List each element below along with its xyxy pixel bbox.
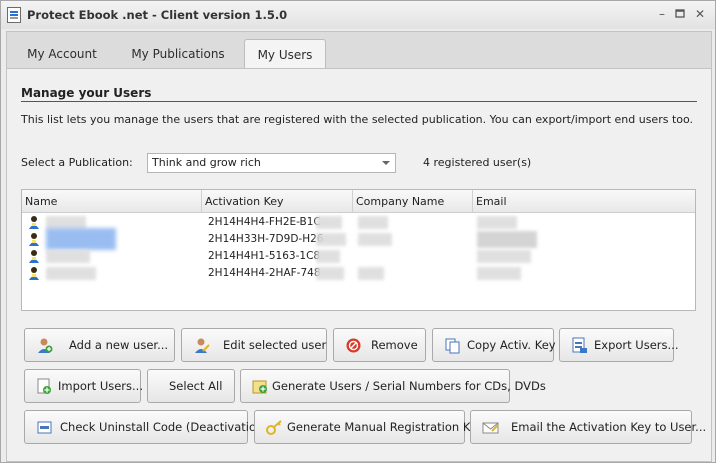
generate-serials-button[interactable]: Generate Users / Serial Numbers for CDs,… xyxy=(240,369,546,403)
user-icon xyxy=(29,250,39,263)
generate-serials-label: Generate Users / Serial Numbers for CDs,… xyxy=(272,379,546,393)
section-title: Manage your Users xyxy=(21,86,152,100)
restore-icon[interactable] xyxy=(673,7,687,21)
export-icon xyxy=(572,337,587,353)
table-row[interactable]: 2H14H4H4-FH2E-B1C xyxy=(22,214,695,231)
column-header-activation-key[interactable]: Activation Key xyxy=(202,190,353,213)
activation-key-cell: 2H14H4H1-5163-1C8 xyxy=(208,250,321,262)
export-users-button[interactable]: Export Users... xyxy=(559,328,678,362)
import-users-label: Import Users... xyxy=(58,379,143,393)
users-table[interactable]: Name Activation Key Company Name Email 2… xyxy=(21,189,696,311)
remove-button[interactable]: Remove xyxy=(333,328,426,362)
select-all-button[interactable]: Select All xyxy=(147,369,235,403)
copy-icon xyxy=(445,338,460,354)
user-icon xyxy=(29,233,39,246)
manual-key-label: Generate Manual Registration Key xyxy=(287,420,484,434)
user-icon xyxy=(29,216,39,229)
check-uninstall-label: Check Uninstall Code (Deactivation) xyxy=(60,420,268,434)
add-user-icon xyxy=(38,338,53,353)
edit-user-button[interactable]: Edit selected user xyxy=(181,328,327,362)
user-icon xyxy=(29,267,39,280)
tab-my-users[interactable]: My Users xyxy=(244,39,326,70)
column-header-company[interactable]: Company Name xyxy=(353,190,473,213)
app-logo-icon xyxy=(7,7,21,23)
section-divider xyxy=(21,101,697,102)
import-users-button[interactable]: Import Users... xyxy=(24,369,143,403)
generate-serials-icon xyxy=(252,380,267,394)
edit-user-label: Edit selected user xyxy=(223,338,327,352)
add-user-button[interactable]: Add a new user... xyxy=(24,328,175,362)
column-header-name[interactable]: Name xyxy=(22,190,202,213)
tab-bar: My Account My Publications My Users xyxy=(6,31,712,70)
publication-selected-value: Think and grow rich xyxy=(152,156,261,169)
manual-key-button[interactable]: Generate Manual Registration Key xyxy=(254,410,484,444)
export-users-label: Export Users... xyxy=(594,338,679,352)
add-user-label: Add a new user... xyxy=(69,338,169,352)
title-bar: Protect Ebook .net - Client version 1.5.… xyxy=(1,1,715,29)
tab-my-publications[interactable]: My Publications xyxy=(125,39,231,70)
table-row[interactable]: 2H14H4H1-5163-1C8 xyxy=(22,248,695,265)
publication-select[interactable]: Think and grow rich xyxy=(147,153,396,173)
check-uninstall-button[interactable]: Check Uninstall Code (Deactivation) xyxy=(24,410,268,444)
chevron-down-icon[interactable] xyxy=(382,161,390,165)
table-row[interactable]: 2H14H33H-7D9D-H26 xyxy=(22,228,695,250)
remove-icon xyxy=(346,338,361,353)
window-title: Protect Ebook .net - Client version 1.5.… xyxy=(27,8,288,22)
publication-label: Select a Publication: xyxy=(21,156,133,169)
select-all-label: Select All xyxy=(169,379,223,393)
column-header-email[interactable]: Email xyxy=(473,190,695,213)
table-header: Name Activation Key Company Name Email xyxy=(22,190,695,213)
registered-count: 4 registered user(s) xyxy=(423,156,532,169)
activation-key-cell: 2H14H4H4-FH2E-B1C xyxy=(208,216,321,228)
copy-key-label: Copy Activ. Key xyxy=(467,338,556,352)
copy-key-button[interactable]: Copy Activ. Key xyxy=(432,328,556,362)
minimize-icon[interactable]: – xyxy=(655,7,669,21)
import-icon xyxy=(37,378,51,394)
app-window: Protect Ebook .net - Client version 1.5.… xyxy=(0,0,716,463)
remove-label: Remove xyxy=(371,338,418,352)
email-key-button[interactable]: Email the Activation Key to User... xyxy=(470,410,706,444)
edit-user-icon xyxy=(195,338,210,353)
email-key-label: Email the Activation Key to User... xyxy=(511,420,707,434)
uninstall-code-icon xyxy=(37,421,52,434)
activation-key-cell: 2H14H33H-7D9D-H26 xyxy=(208,233,324,245)
table-row[interactable]: 2H14H4H4-2HAF-748 xyxy=(22,265,695,282)
tab-my-account[interactable]: My Account xyxy=(19,39,105,70)
section-description: This list lets you manage the users that… xyxy=(21,113,694,126)
close-icon[interactable]: ✕ xyxy=(693,7,707,21)
key-icon xyxy=(266,420,282,435)
users-panel: Manage your Users This list lets you man… xyxy=(6,68,712,462)
email-icon xyxy=(482,422,499,434)
activation-key-cell: 2H14H4H4-2HAF-748 xyxy=(208,267,321,279)
